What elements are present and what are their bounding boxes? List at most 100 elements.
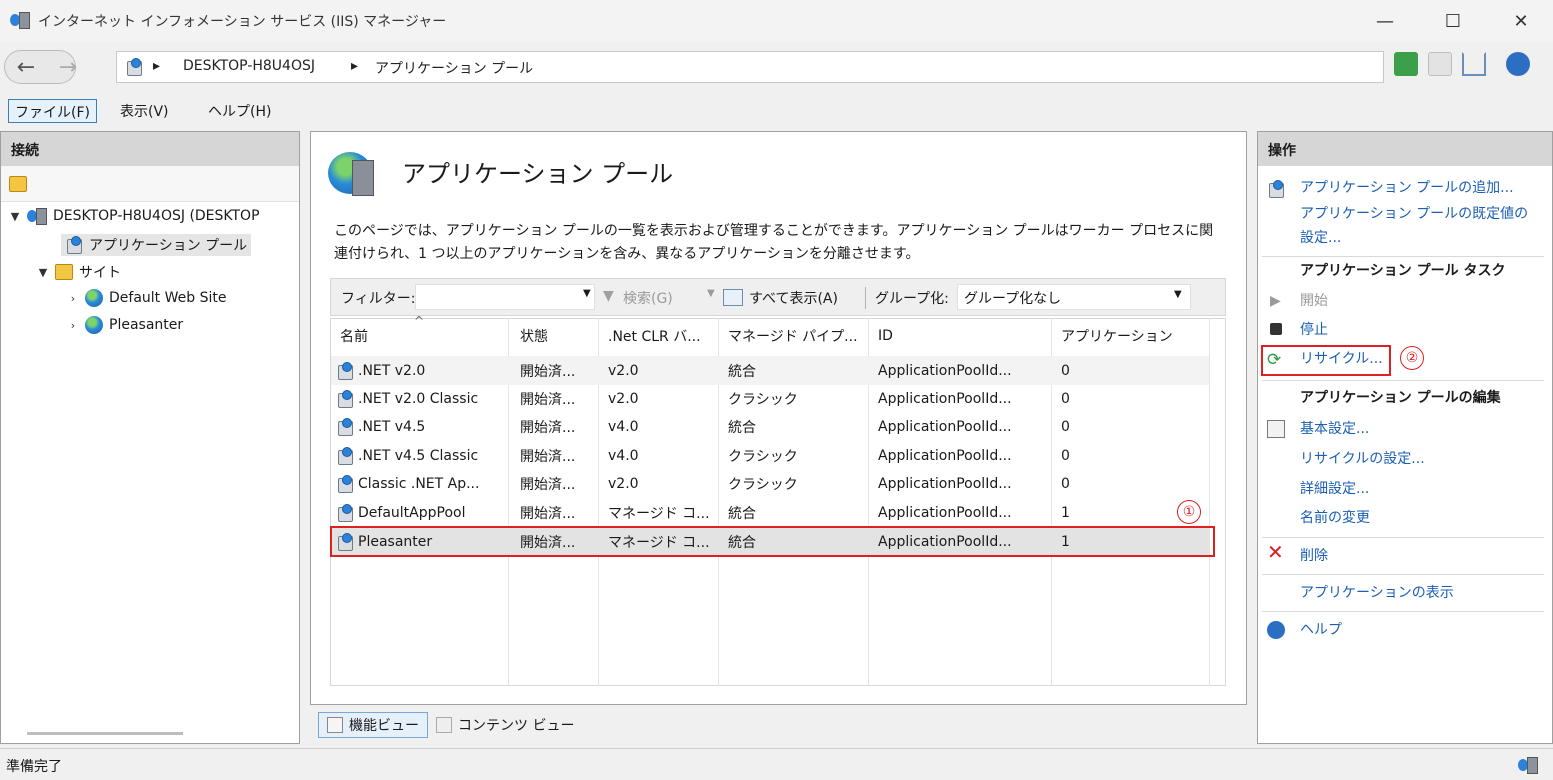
menu-file[interactable]: ファイル(F) — [8, 99, 97, 123]
filter-input[interactable] — [415, 284, 595, 310]
search-button[interactable]: 検索(G) — [623, 288, 673, 308]
maximize-button[interactable]: ☐ — [1418, 0, 1488, 42]
actions-separator — [1262, 537, 1544, 538]
group-label: グループ化: — [875, 291, 949, 307]
breadcrumb-server[interactable]: DESKTOP-H8U4OSJ — [183, 58, 315, 74]
column-header-state[interactable]: 状態 — [520, 318, 548, 354]
chevron-down-icon[interactable]: ▼ — [37, 266, 49, 279]
group-select-value: グループ化なし — [964, 291, 1062, 307]
menu-bar: ファイル(F) 表示(V) ヘルプ(H) — [0, 95, 1553, 125]
close-button[interactable]: ✕ — [1486, 0, 1553, 42]
show-all-button[interactable]: すべて表示(A) — [749, 288, 838, 308]
help-icon[interactable] — [1506, 52, 1530, 76]
refresh-icon[interactable] — [1394, 52, 1418, 76]
tree-sites-label: サイト — [79, 265, 121, 281]
filter-dropdown-icon[interactable]: ▼ — [583, 288, 591, 299]
connections-header: 接続 — [1, 132, 299, 166]
connections-toolbar — [1, 166, 299, 202]
description-line-1: このページでは、アプリケーション プールの一覧を表示および管理することができます… — [334, 223, 1214, 239]
content-view-label: コンテンツ ビュー — [458, 718, 575, 734]
tree-app-pools[interactable]: アプリケーション プール — [61, 234, 252, 256]
features-view-label: 機能ビュー — [349, 718, 419, 734]
stop-nav-icon[interactable] — [1428, 52, 1452, 76]
column-header-pipeline[interactable]: マネージド パイプ... — [728, 318, 868, 354]
chevron-down-icon[interactable]: ▼ — [1174, 289, 1182, 300]
connect-icon[interactable] — [9, 176, 27, 192]
column-header-id[interactable]: ID — [878, 318, 893, 354]
cell-state: 開始済... — [520, 477, 576, 493]
cell-clr: v2.0 — [608, 391, 639, 407]
action-set-defaults[interactable]: アプリケーション プールの既定値の — [1300, 204, 1528, 224]
action-delete[interactable]: 削除 — [1300, 546, 1328, 566]
cell-pipeline: 統合 — [728, 420, 756, 436]
cell-pipeline: 統合 — [728, 506, 756, 522]
action-add-app-pool[interactable]: アプリケーション プールの追加... — [1300, 178, 1514, 198]
tree-site-default-label: Default Web Site — [109, 290, 227, 306]
cell-apps: 0 — [1061, 448, 1070, 464]
chevron-right-icon[interactable]: › — [67, 292, 79, 305]
cell-name: DefaultAppPool — [358, 505, 466, 521]
column-header-clr[interactable]: .Net CLR バ... — [608, 318, 718, 354]
tree-sites[interactable]: ▼ サイト — [37, 262, 121, 282]
iis-app-icon — [10, 12, 30, 29]
action-basic-settings[interactable]: 基本設定... — [1300, 419, 1369, 439]
group-select[interactable]: グループ化なし ▼ — [957, 284, 1191, 310]
app-pool-icon — [336, 447, 354, 465]
grid-header: 名前 ^ 状態 .Net CLR バ... マネージド パイプ... ID アプ… — [330, 314, 1226, 356]
cell-state: 開始済... — [520, 420, 576, 436]
action-rename[interactable]: 名前の変更 — [1300, 508, 1370, 528]
app-pool-icon — [65, 236, 83, 254]
cell-name: .NET v2.0 — [358, 363, 426, 379]
action-advanced-settings[interactable]: 詳細設定... — [1300, 479, 1369, 499]
description-line-2: 連付けられ、1 つ以上のアプリケーションを含み、異なるアプリケーションを分離させ… — [334, 246, 920, 262]
tree-site-pleasanter[interactable]: › Pleasanter — [67, 316, 183, 334]
annotation-marker-1: ① — [1177, 500, 1201, 524]
action-view-applications[interactable]: アプリケーションの表示 — [1300, 583, 1454, 603]
cell-state: 開始済... — [520, 392, 576, 408]
app-pool-icon — [336, 418, 354, 436]
cell-clr: v4.0 — [608, 448, 639, 464]
menu-view[interactable]: 表示(V) — [114, 99, 175, 123]
chevron-right-icon[interactable]: › — [67, 319, 79, 332]
column-header-apps[interactable]: アプリケーション — [1061, 318, 1173, 354]
cell-id: ApplicationPoolId... — [878, 363, 1012, 379]
column-header-name[interactable]: 名前 — [340, 318, 368, 354]
action-stop[interactable]: 停止 — [1300, 320, 1328, 340]
horizontal-scrollbar[interactable] — [27, 732, 183, 735]
back-button[interactable]: ← — [6, 50, 46, 84]
sort-ascending-icon: ^ — [414, 314, 425, 328]
cell-id: ApplicationPoolId... — [878, 448, 1012, 464]
cell-name: .NET v4.5 — [358, 419, 426, 435]
menu-help[interactable]: ヘルプ(H) — [202, 99, 277, 123]
action-set-defaults-cont[interactable]: 設定... — [1300, 228, 1341, 248]
cell-id: ApplicationPoolId... — [878, 505, 1012, 521]
chevron-down-icon[interactable]: ▼ — [9, 210, 21, 223]
breadcrumb-arrow: ▸ — [351, 58, 359, 74]
server-icon — [27, 208, 47, 225]
basic-settings-icon — [1267, 420, 1285, 438]
cell-state: 開始済... — [520, 506, 576, 522]
home-icon[interactable] — [1462, 52, 1486, 76]
search-dropdown-icon[interactable]: ▼ — [707, 288, 715, 299]
cell-name: .NET v2.0 Classic — [358, 391, 479, 407]
cell-state: 開始済... — [520, 364, 576, 380]
action-start[interactable]: 開始 — [1300, 291, 1328, 311]
content-view-tab[interactable]: コンテンツ ビュー — [432, 712, 578, 738]
action-recycle-settings[interactable]: リサイクルの設定... — [1300, 449, 1425, 469]
minimize-button[interactable]: — — [1350, 0, 1420, 42]
page-title: アプリケーション プール — [402, 160, 674, 188]
tree-site-default[interactable]: › Default Web Site — [67, 289, 226, 307]
address-field[interactable]: ▸ DESKTOP-H8U4OSJ ▸ アプリケーション プール — [116, 51, 1384, 83]
features-view-tab[interactable]: 機能ビュー — [318, 712, 428, 738]
forward-button[interactable]: → — [48, 50, 88, 84]
cell-name: Classic .NET Ap... — [358, 476, 480, 492]
breadcrumb-app-pools[interactable]: アプリケーション プール — [375, 58, 533, 78]
tree-server[interactable]: ▼ DESKTOP-H8U4OSJ (DESKTOP — [9, 208, 260, 225]
globe-icon — [85, 289, 103, 307]
cell-apps: 1 — [1061, 505, 1070, 521]
content-view-icon — [436, 717, 452, 733]
highlight-box-row — [330, 526, 1215, 557]
action-help[interactable]: ヘルプ — [1300, 620, 1342, 640]
toolbar-separator — [865, 287, 866, 309]
cell-apps: 0 — [1061, 391, 1070, 407]
